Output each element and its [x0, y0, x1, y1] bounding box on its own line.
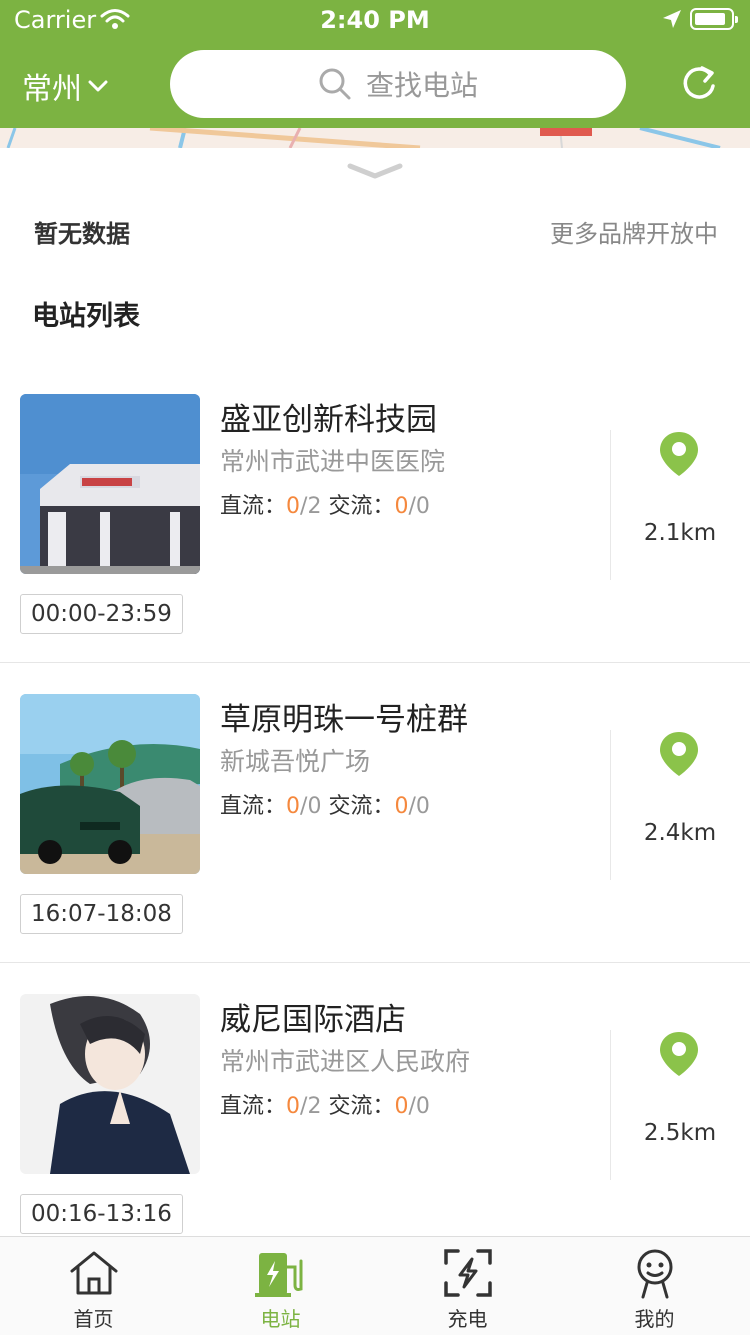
dc-total: 2 [307, 494, 322, 519]
tab-bar: 首页 电站 充电 我的 [0, 1236, 750, 1335]
dc-available: 0 [286, 794, 301, 819]
separator: / [408, 494, 416, 519]
scan-charge-icon [444, 1249, 492, 1297]
dc-available: 0 [286, 1094, 301, 1119]
dc-label: 直流： [220, 1094, 287, 1119]
tab-label: 我的 [634, 1307, 675, 1331]
station-address: 常州市武进中医医院 [220, 447, 446, 476]
divider [610, 730, 611, 880]
tab-profile[interactable]: 我的 [561, 1237, 748, 1335]
station-address: 常州市武进区人民政府 [220, 1047, 471, 1076]
battery-icon [690, 8, 738, 30]
tab-home[interactable]: 首页 [0, 1237, 187, 1335]
tab-label: 充电 [447, 1307, 488, 1331]
chevron-down-icon [347, 163, 403, 179]
no-data-label: 暂无数据 [34, 220, 130, 248]
refresh-button[interactable] [680, 64, 718, 106]
home-icon [70, 1251, 118, 1295]
tab-stations[interactable]: 电站 [187, 1237, 374, 1335]
tab-label: 电站 [260, 1307, 301, 1331]
navigate-button[interactable] [658, 1030, 700, 1082]
charging-station-icon [255, 1253, 303, 1297]
row-divider [0, 962, 750, 963]
refresh-icon [683, 66, 715, 99]
ac-total: 0 [415, 794, 430, 819]
opening-hours: 16:07-18:08 [20, 894, 183, 934]
search-input[interactable]: 查找电站 [170, 50, 626, 118]
location-arrow-icon [662, 9, 682, 33]
separator: / [408, 794, 416, 819]
navigate-button[interactable] [658, 430, 700, 482]
ac-total: 0 [415, 494, 430, 519]
ac-available: 0 [394, 1094, 409, 1119]
station-thumbnail [20, 994, 200, 1174]
tab-label: 首页 [73, 1307, 114, 1331]
station-ports: 直流：0/2 交流：0/0 [220, 1088, 430, 1120]
search-icon [319, 68, 351, 100]
row-divider [0, 662, 750, 663]
station-distance: 2.4km [643, 820, 717, 846]
dc-available: 0 [286, 494, 301, 519]
search-placeholder: 查找电站 [365, 69, 478, 102]
station-address: 新城吾悦广场 [220, 747, 371, 776]
status-time: 2:40 PM [320, 6, 430, 34]
ac-available: 0 [394, 794, 409, 819]
divider [610, 1030, 611, 1180]
ac-label: 交流： [328, 794, 395, 819]
city-label: 常州 [22, 72, 82, 107]
station-item[interactable]: 草原明珠一号桩群 新城吾悦广场 直流：0/0 交流：0/0 2.4km 16:0… [0, 694, 750, 994]
location-pin-icon [660, 732, 698, 776]
opening-hours: 00:00-23:59 [20, 594, 183, 634]
ac-available: 0 [394, 494, 409, 519]
dc-label: 直流： [220, 494, 287, 519]
ac-label: 交流： [328, 1094, 395, 1119]
station-ports: 直流：0/2 交流：0/0 [220, 488, 430, 520]
profile-icon [637, 1249, 673, 1299]
chevron-down-icon [88, 80, 108, 92]
station-list-title: 电站列表 [32, 301, 140, 332]
navigate-button[interactable] [658, 730, 700, 782]
station-thumbnail [20, 394, 200, 574]
location-pin-icon [660, 432, 698, 476]
map-preview[interactable] [0, 128, 750, 148]
station-name: 盛亚创新科技园 [220, 402, 437, 438]
dc-total: 0 [307, 794, 322, 819]
station-distance: 2.5km [643, 1120, 717, 1146]
station-name: 草原明珠一号桩群 [220, 702, 468, 738]
ac-total: 0 [415, 1094, 430, 1119]
ac-label: 交流： [328, 494, 395, 519]
separator: / [408, 1094, 416, 1119]
dc-label: 直流： [220, 794, 287, 819]
dc-total: 2 [307, 1094, 322, 1119]
station-distance: 2.1km [643, 520, 717, 546]
more-brands-link[interactable]: 更多品牌开放中 [550, 214, 718, 249]
station-ports: 直流：0/0 交流：0/0 [220, 788, 430, 820]
station-item[interactable]: 盛亚创新科技园 常州市武进中医医院 直流：0/2 交流：0/0 2.1km 00… [0, 394, 750, 694]
station-thumbnail [20, 694, 200, 874]
location-pin-icon [660, 1032, 698, 1076]
tab-charge[interactable]: 充电 [374, 1237, 561, 1335]
status-bar: Carrier 2:40 PM [0, 0, 750, 40]
header: Carrier 2:40 PM 常州 查找电站 [0, 0, 750, 128]
pull-handle[interactable] [346, 160, 404, 186]
station-name: 威尼国际酒店 [220, 1002, 406, 1038]
opening-hours: 00:16-13:16 [20, 1194, 183, 1234]
city-selector[interactable]: 常州 [22, 64, 108, 108]
divider [610, 430, 611, 580]
